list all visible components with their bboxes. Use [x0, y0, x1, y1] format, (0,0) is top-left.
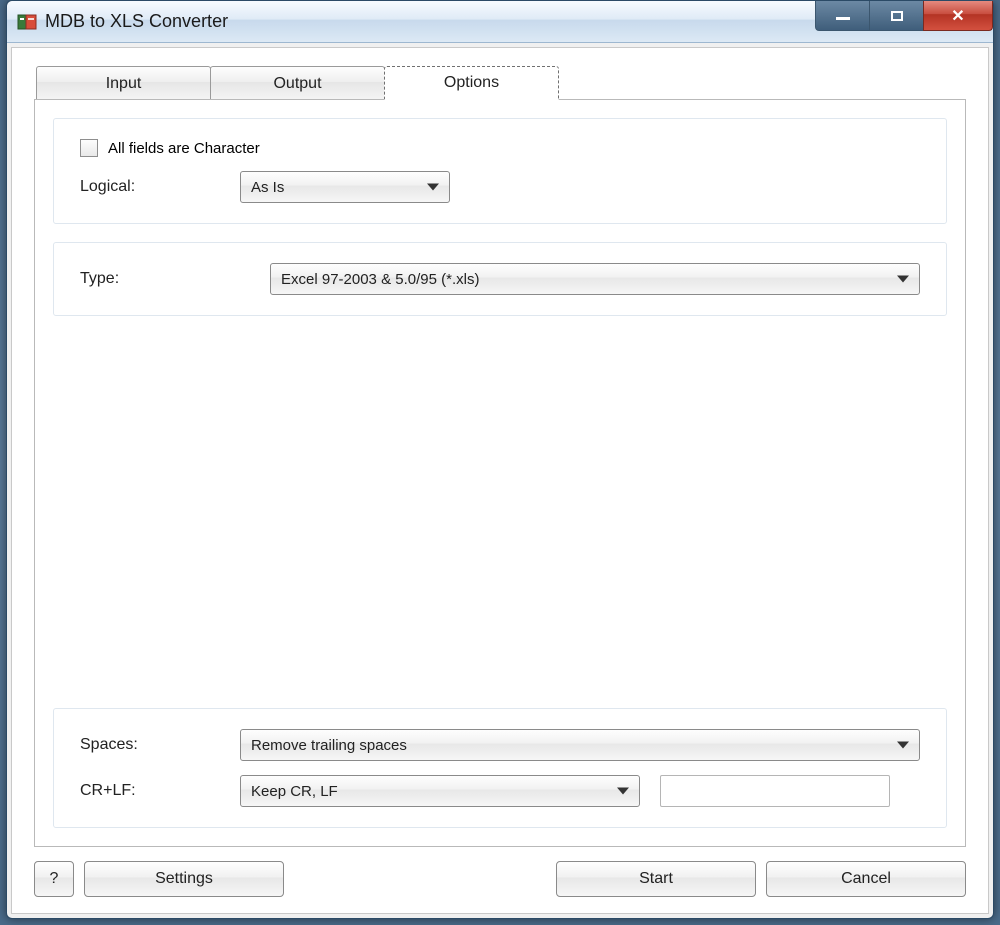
tab-input[interactable]: Input	[36, 66, 211, 100]
maximize-icon	[891, 11, 903, 21]
maximize-button[interactable]	[869, 1, 924, 31]
crlf-label: CR+LF:	[80, 782, 240, 800]
chevron-down-icon	[617, 788, 629, 795]
group-text-handling: Spaces: Remove trailing spaces CR+LF: Ke…	[53, 708, 947, 828]
group-type: Type: Excel 97-2003 & 5.0/95 (*.xls)	[53, 242, 947, 316]
tab-options[interactable]: Options	[384, 66, 559, 100]
type-combo[interactable]: Excel 97-2003 & 5.0/95 (*.xls)	[270, 263, 920, 295]
start-button[interactable]: Start	[556, 861, 756, 897]
titlebar[interactable]: MDB to XLS Converter	[7, 1, 993, 43]
crlf-extra-input[interactable]	[660, 775, 890, 807]
client-area: Input Output Options All fields are Char…	[11, 47, 989, 914]
close-button[interactable]	[923, 1, 993, 31]
cancel-button[interactable]: Cancel	[766, 861, 966, 897]
spaces-value: Remove trailing spaces	[251, 737, 407, 754]
app-window: MDB to XLS Converter Input Output Option…	[6, 0, 994, 919]
tab-output[interactable]: Output	[210, 66, 385, 100]
close-icon	[951, 6, 964, 26]
app-icon	[17, 12, 37, 32]
logical-value: As Is	[251, 179, 284, 196]
tabpage-options: All fields are Character Logical: As Is …	[34, 99, 966, 847]
logical-combo[interactable]: As Is	[240, 171, 450, 203]
chevron-down-icon	[897, 742, 909, 749]
minimize-icon	[836, 17, 850, 20]
window-controls	[816, 1, 993, 31]
minimize-button[interactable]	[815, 1, 870, 31]
all-fields-char-checkbox[interactable]	[80, 139, 98, 157]
spaces-label: Spaces:	[80, 736, 240, 754]
crlf-value: Keep CR, LF	[251, 783, 338, 800]
settings-button[interactable]: Settings	[84, 861, 284, 897]
bottom-bar: ? Settings Start Cancel	[34, 861, 966, 897]
window-title: MDB to XLS Converter	[45, 11, 228, 32]
crlf-combo[interactable]: Keep CR, LF	[240, 775, 640, 807]
tabstrip: Input Output Options	[36, 66, 966, 100]
type-label: Type:	[80, 270, 270, 288]
type-value: Excel 97-2003 & 5.0/95 (*.xls)	[281, 271, 479, 288]
all-fields-char-label: All fields are Character	[108, 140, 260, 157]
help-button[interactable]: ?	[34, 861, 74, 897]
chevron-down-icon	[897, 276, 909, 283]
logical-label: Logical:	[80, 178, 240, 196]
group-character: All fields are Character Logical: As Is	[53, 118, 947, 224]
chevron-down-icon	[427, 184, 439, 191]
spaces-combo[interactable]: Remove trailing spaces	[240, 729, 920, 761]
